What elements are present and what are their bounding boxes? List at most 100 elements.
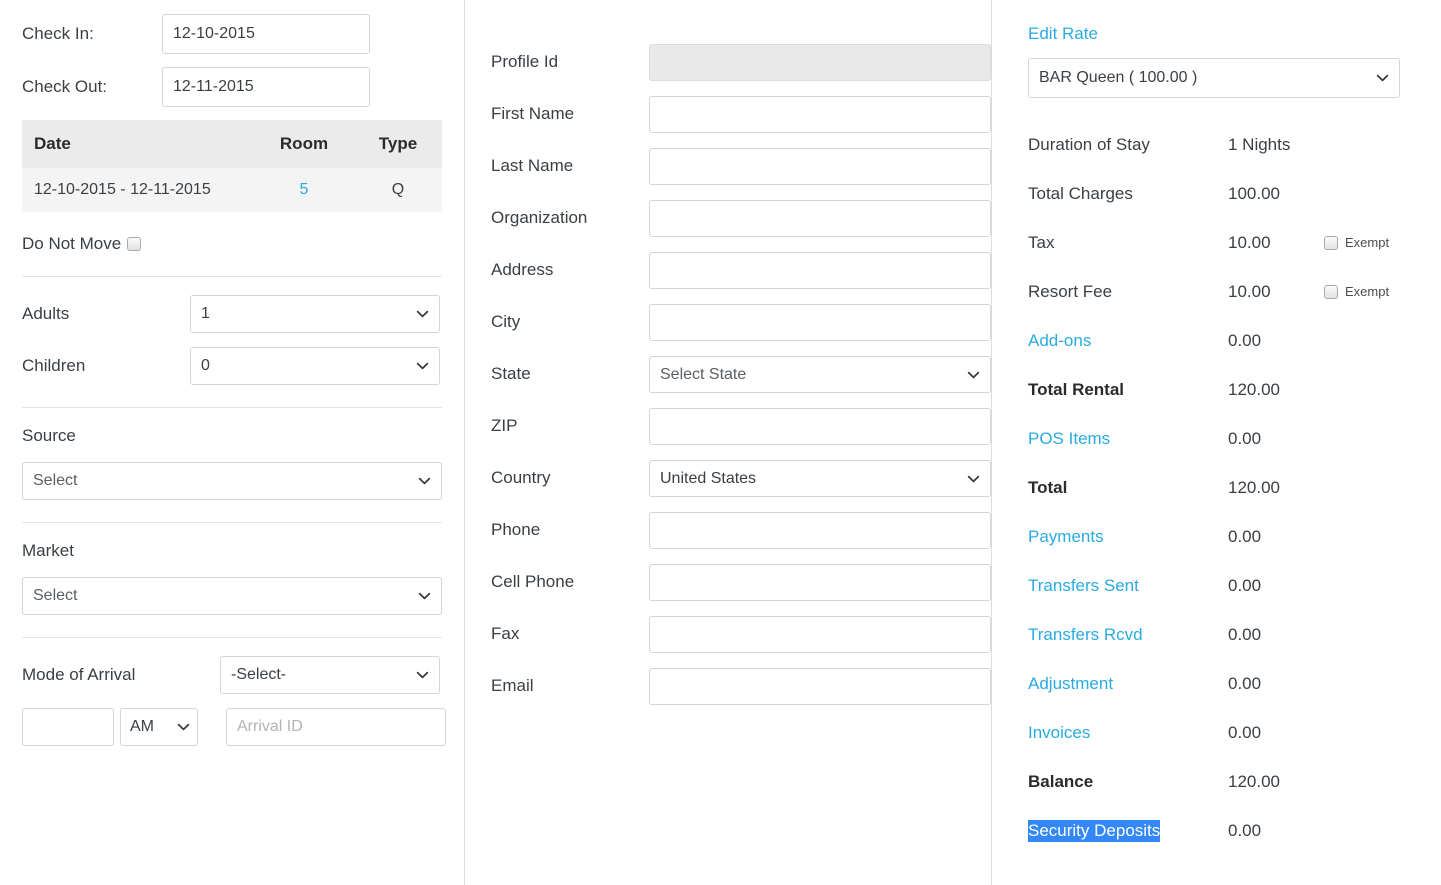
adults-select[interactable]: 1	[190, 295, 440, 333]
check-out-input[interactable]	[162, 67, 370, 107]
arrival-time-input[interactable]	[22, 708, 114, 746]
billing-label: Duration of Stay	[1028, 134, 1150, 154]
market-select[interactable]: Select	[22, 577, 442, 615]
billing-row-balance: Balance 120.00	[1028, 757, 1419, 806]
organization-field	[649, 200, 991, 237]
divider-occupancy	[22, 276, 442, 277]
billing-row-duration-of-stay: Duration of Stay 1 Nights	[1028, 120, 1419, 169]
first-name-input[interactable]	[649, 96, 991, 133]
children-row: Children 0	[22, 347, 442, 385]
city-label: City	[491, 312, 521, 332]
first-name-row: First Name	[491, 96, 991, 133]
table-cell-room[interactable]: 5	[254, 168, 354, 212]
state-select[interactable]: Select State	[649, 356, 991, 393]
profile-id-label: Profile Id	[491, 52, 559, 72]
source-select[interactable]: Select	[22, 462, 442, 500]
tax-exempt-checkbox[interactable]	[1324, 235, 1338, 250]
city-field	[649, 304, 991, 341]
rate-plan-field: BAR Queen ( 100.00 )	[1028, 58, 1400, 98]
rate-plan-select[interactable]: BAR Queen ( 100.00 )	[1028, 58, 1400, 98]
billing-label: Total Rental	[1028, 379, 1125, 399]
address-input[interactable]	[649, 252, 991, 289]
billing-value: 0.00	[1228, 722, 1262, 742]
arrival-id-field	[226, 708, 446, 746]
invoices-link[interactable]: Invoices	[1028, 723, 1228, 743]
transfers-rcvd-link[interactable]: Transfers Rcvd	[1028, 625, 1228, 645]
arrival-ampm-select[interactable]: AM	[120, 708, 198, 746]
billing-row-transfers-sent: Transfers Sent 0.00	[1028, 561, 1419, 610]
email-label: Email	[491, 676, 534, 696]
email-field	[649, 668, 991, 705]
billing-label: Total	[1028, 477, 1068, 497]
table-header-date: Date	[22, 120, 254, 168]
resort-fee-exempt-group: Exempt	[1324, 284, 1389, 299]
last-name-field	[649, 148, 991, 185]
security-deposits-link[interactable]: Security Deposits	[1028, 819, 1161, 842]
arrival-id-input[interactable]	[226, 708, 446, 746]
billing-value: 1 Nights	[1228, 134, 1291, 154]
organization-input[interactable]	[649, 200, 991, 237]
cell-phone-input[interactable]	[649, 564, 991, 601]
city-input[interactable]	[649, 304, 991, 341]
mode-of-arrival-field: -Select-	[220, 656, 440, 694]
mode-of-arrival-select[interactable]: -Select-	[220, 656, 440, 694]
fax-input[interactable]	[649, 616, 991, 653]
billing-label: Tax	[1028, 232, 1055, 252]
do-not-move-checkbox[interactable]	[127, 237, 142, 251]
billing-label: Balance	[1028, 771, 1094, 791]
billing-value: 10.00	[1228, 281, 1271, 301]
market-label: Market	[22, 541, 74, 560]
billing-value: 0.00	[1228, 575, 1262, 595]
phone-label: Phone	[491, 520, 541, 540]
add-ons-link[interactable]: Add-ons	[1028, 331, 1228, 351]
source-label: Source	[22, 426, 76, 445]
zip-input[interactable]	[649, 408, 991, 445]
resort-fee-exempt-label: Exempt	[1345, 284, 1390, 299]
zip-row: ZIP	[491, 408, 991, 445]
check-out-field	[162, 67, 370, 107]
state-field: Select State	[649, 356, 991, 393]
last-name-input[interactable]	[649, 148, 991, 185]
room-number-link[interactable]: 5	[300, 181, 309, 198]
check-out-label: Check Out:	[22, 76, 108, 96]
billing-value: 0.00	[1228, 673, 1262, 693]
fax-field	[649, 616, 991, 653]
tax-exempt-label: Exempt	[1345, 235, 1390, 250]
profile-id-row: Profile Id	[491, 44, 991, 81]
edit-rate-link[interactable]: Edit Rate	[1028, 24, 1098, 44]
address-field	[649, 252, 991, 289]
phone-input[interactable]	[649, 512, 991, 549]
pos-items-link[interactable]: POS Items	[1028, 429, 1228, 449]
adults-row: Adults 1	[22, 295, 442, 333]
email-input[interactable]	[649, 668, 991, 705]
divider-source	[22, 407, 442, 408]
table-row: 12-10-2015 - 12-11-2015 5 Q	[22, 168, 442, 212]
arrival-ampm-field: AM	[120, 708, 198, 746]
billing-row-resort-fee: Resort Fee 10.00 Exempt	[1028, 267, 1419, 316]
divider-arrival	[22, 637, 442, 638]
check-in-input[interactable]	[162, 14, 370, 54]
billing-summary-panel: Edit Rate BAR Queen ( 100.00 ) Duration …	[992, 0, 1441, 885]
billing-row-add-ons: Add-ons 0.00	[1028, 316, 1419, 365]
fax-row: Fax	[491, 616, 991, 653]
city-row: City	[491, 304, 991, 341]
table-header-row: Date Room Type	[22, 120, 442, 168]
country-select[interactable]: United States	[649, 460, 991, 497]
billing-value: 0.00	[1228, 526, 1262, 546]
address-label: Address	[491, 260, 554, 280]
profile-id-input	[649, 44, 991, 81]
billing-row-security-deposits: Security Deposits 0.00	[1028, 806, 1419, 855]
billing-row-payments: Payments 0.00	[1028, 512, 1419, 561]
country-row: Country United States	[491, 460, 991, 497]
children-select[interactable]: 0	[190, 347, 440, 385]
state-row: State Select State	[491, 356, 991, 393]
market-field: Select	[22, 577, 442, 615]
cell-phone-label: Cell Phone	[491, 572, 575, 592]
resort-fee-exempt-checkbox[interactable]	[1324, 284, 1338, 299]
email-row: Email	[491, 668, 991, 705]
transfers-sent-link[interactable]: Transfers Sent	[1028, 576, 1228, 596]
adjustment-link[interactable]: Adjustment	[1028, 674, 1228, 694]
payments-link[interactable]: Payments	[1028, 527, 1228, 547]
billing-label: Total Charges	[1028, 183, 1133, 203]
first-name-field	[649, 96, 991, 133]
